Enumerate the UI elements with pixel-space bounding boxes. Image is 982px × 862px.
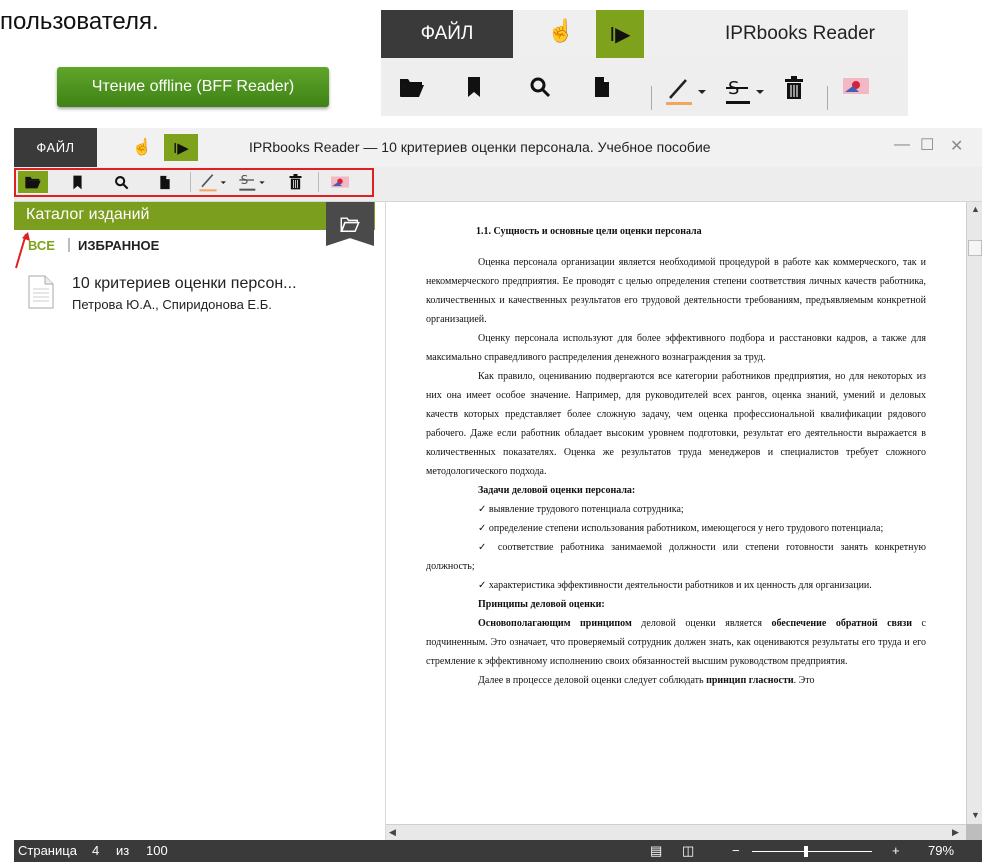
scroll-up-icon[interactable]: ▲	[971, 204, 980, 214]
folder-icon[interactable]	[326, 202, 374, 246]
tool-bar: S	[14, 167, 982, 202]
pen-button[interactable]	[198, 171, 230, 193]
intro-text: пользователя.	[0, 8, 159, 35]
task-item: ✓ характеристика эффективности деятельно…	[478, 580, 872, 591]
horizontal-scrollbar[interactable]: ◀ ▶	[386, 824, 966, 841]
offline-reading-button[interactable]: Чтение offline (BFF Reader)	[57, 67, 329, 107]
minimize-icon[interactable]: —	[894, 136, 910, 154]
text-select-tool-icon: I▶	[596, 10, 644, 58]
hand-tool-icon[interactable]: ☝	[132, 137, 152, 157]
page-current[interactable]: 4	[92, 843, 99, 858]
pen-icon	[666, 76, 710, 112]
bookmark-button[interactable]	[66, 171, 88, 193]
zoom-slider[interactable]	[752, 851, 872, 852]
search-icon	[529, 76, 551, 104]
zoom-file-tab: ФАЙЛ	[381, 10, 513, 58]
title-bar: ФАЙЛ ☝ I▶ IPRbooks Reader — 10 критериев…	[14, 128, 982, 167]
flag-button[interactable]	[328, 171, 352, 193]
section-heading: 1.1. Сущность и основные цели оценки пер…	[476, 226, 702, 237]
principles-heading: Принципы деловой оценки:	[478, 599, 605, 610]
document-viewer: 1.1. Сущность и основные цели оценки пер…	[386, 202, 982, 841]
toolbar-zoom-preview: ФАЙЛ ☝ I▶ IPRbooks Reader S	[381, 10, 908, 116]
zoom-slider-thumb[interactable]	[804, 846, 808, 857]
open-folder-icon	[399, 76, 425, 104]
book-list-item[interactable]: 10 критериев оценки персон... Петрова Ю.…	[28, 275, 368, 325]
reader-window: ФАЙЛ ☝ I▶ IPRbooks Reader — 10 критериев…	[14, 128, 982, 862]
intro-area: пользователя. Чтение offline (BFF Reader…	[0, 0, 982, 122]
filter-divider	[68, 238, 70, 252]
text-run: . Это	[793, 675, 815, 686]
vertical-scrollbar[interactable]: ▲ ▼	[966, 202, 982, 824]
page-icon	[593, 76, 611, 104]
page-of-label: из	[116, 843, 130, 858]
file-menu-tab[interactable]: ФАЙЛ	[14, 128, 97, 167]
paragraph: Как правило, оцениванию подвергаются все…	[426, 371, 926, 477]
page-label: Страница	[18, 843, 77, 858]
toolbar-separator	[318, 172, 319, 192]
paragraph: Оценку персонала используют для более эф…	[426, 333, 926, 363]
sidebar: Каталог изданий ВСЕ ИЗБРАННОЕ 10 критери…	[14, 202, 386, 840]
catalog-header: Каталог изданий	[14, 202, 375, 230]
scroll-down-icon[interactable]: ▼	[971, 810, 980, 820]
zoom-title: IPRbooks Reader	[725, 23, 875, 44]
page-total: 100	[146, 843, 168, 858]
paragraph: Оценка персонала организации является не…	[426, 257, 926, 325]
page-button[interactable]	[154, 171, 176, 193]
book-authors: Петрова Ю.А., Спиридонова Е.Б.	[72, 297, 272, 312]
status-bar: Страница 4 из 100 ▤ ◫ − + 79%	[14, 840, 982, 862]
page-content: 1.1. Сущность и основные цели оценки пер…	[426, 226, 926, 690]
task-item: ✓ определение степени использования рабо…	[478, 523, 884, 534]
search-button[interactable]	[110, 171, 132, 193]
zoom-toolbar: S	[381, 66, 908, 114]
trash-icon	[783, 76, 805, 106]
tasks-heading: Задачи деловой оценки персонала:	[478, 485, 636, 496]
task-item: ✓ соответствие работника занимаемой долж…	[426, 542, 926, 572]
paragraph: Далее в процессе деловой оценки следует …	[426, 671, 926, 690]
filter-all-tab[interactable]: ВСЕ	[28, 238, 55, 253]
zoom-separator	[651, 86, 652, 110]
bold-term: принцип гласности	[706, 675, 794, 686]
text-run: Далее в процессе деловой оценки следует …	[478, 675, 707, 686]
text-select-tool-icon[interactable]: I▶	[164, 134, 198, 161]
delete-button[interactable]	[284, 171, 306, 193]
text-run: деловой оценки является	[631, 618, 772, 629]
task-item: ✓ выявление трудового потенциала сотрудн…	[478, 504, 684, 515]
window-title: IPRbooks Reader — 10 критериев оценки пе…	[249, 139, 711, 155]
scroll-thumb[interactable]	[968, 240, 982, 256]
scroll-left-icon[interactable]: ◀	[389, 827, 396, 838]
flag-icon	[843, 76, 869, 102]
zoom-titlebar: ФАЙЛ ☝ I▶ IPRbooks Reader	[381, 10, 908, 58]
bookmark-icon	[466, 76, 482, 104]
book-view-icon[interactable]: ◫	[682, 843, 694, 859]
zoom-out-button[interactable]: −	[732, 843, 740, 858]
filter-favorites-tab[interactable]: ИЗБРАННОЕ	[78, 238, 159, 253]
document-icon	[28, 275, 54, 309]
bold-term: Основополагающим принципом	[478, 618, 632, 629]
maximize-icon[interactable]: ☐	[920, 135, 934, 155]
strikethrough-icon: S	[726, 76, 770, 112]
strikethrough-button[interactable]: S	[238, 171, 270, 193]
open-catalog-button[interactable]	[18, 171, 48, 193]
single-page-view-icon[interactable]: ▤	[650, 843, 662, 859]
close-icon[interactable]: ✕	[950, 136, 963, 156]
catalog-title: Каталог изданий	[26, 206, 150, 223]
zoom-separator	[827, 86, 828, 110]
paragraph: Основополагающим принципом деловой оценк…	[426, 614, 926, 671]
book-title: 10 критериев оценки персон...	[72, 275, 297, 292]
zoom-in-button[interactable]: +	[892, 843, 900, 858]
scroll-right-icon[interactable]: ▶	[952, 827, 959, 838]
bold-term: обеспечение обратной связи	[771, 618, 913, 629]
zoom-level: 79%	[928, 843, 955, 858]
toolbar-separator	[190, 172, 191, 192]
document-page: 1.1. Сущность и основные цели оценки пер…	[386, 202, 966, 824]
hand-tool-icon: ☝	[547, 18, 575, 43]
